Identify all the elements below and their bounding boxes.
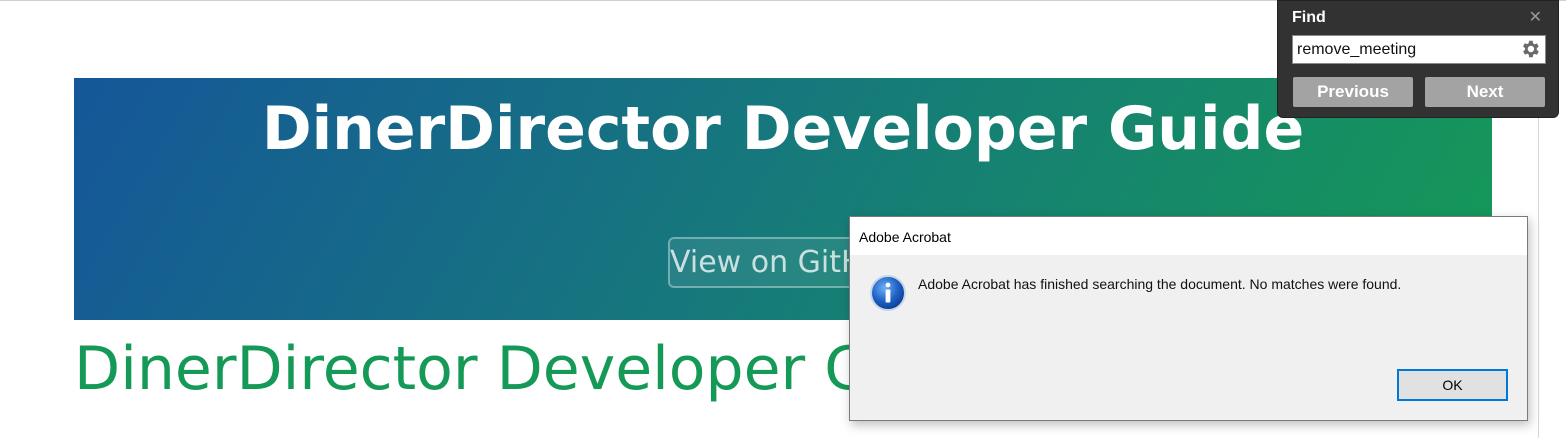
- find-input-container: [1292, 35, 1546, 64]
- dialog-message: Adobe Acrobat has finished searching the…: [918, 276, 1402, 292]
- find-input[interactable]: [1293, 36, 1515, 63]
- find-previous-button[interactable]: Previous: [1293, 77, 1413, 107]
- info-icon: [870, 275, 906, 311]
- find-title: Find: [1292, 9, 1326, 26]
- dialog-title: Adobe Acrobat: [859, 229, 951, 245]
- acrobat-dialog: Adobe Acrobat Adobe Acrobat has finished…: [849, 216, 1528, 421]
- dialog-titlebar[interactable]: Adobe Acrobat: [850, 217, 1527, 255]
- ok-button[interactable]: OK: [1397, 369, 1508, 401]
- close-icon[interactable]: ✕: [1529, 7, 1542, 27]
- gear-icon[interactable]: [1519, 38, 1541, 60]
- find-panel: Find ✕ Previous Next: [1277, 0, 1559, 118]
- find-next-button[interactable]: Next: [1425, 77, 1545, 107]
